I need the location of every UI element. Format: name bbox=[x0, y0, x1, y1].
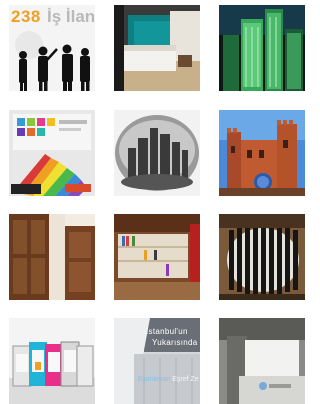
gallery-thumbnail-jobs[interactable]: 238 İş İlan bbox=[9, 5, 95, 91]
gallery-thumbnail-library[interactable] bbox=[114, 214, 200, 300]
gallery-thumbnail-3d-printers[interactable] bbox=[9, 318, 95, 404]
project-headline-line2: Yukarısında bbox=[152, 338, 198, 347]
gallery-thumbnail-istanbul-project[interactable]: İstanbul'un Yukarısında Eşimlekan Eşref … bbox=[114, 318, 200, 404]
gallery-thumbnail-castle[interactable] bbox=[219, 110, 305, 196]
project-tagline: Eşimlekan Eşref Ze bbox=[138, 376, 199, 383]
gallery-thumbnail-wooden-doors[interactable] bbox=[9, 214, 95, 300]
gallery-thumbnail-reception[interactable] bbox=[219, 318, 305, 404]
jobs-title-label: İş İlan bbox=[47, 7, 95, 26]
gallery-thumbnail-bedroom[interactable] bbox=[114, 5, 200, 91]
project-headline-line1: İstanbul'un bbox=[146, 327, 188, 336]
jobs-count-label: 238 bbox=[11, 7, 41, 26]
project-tagline-rest: Eşref Ze bbox=[172, 376, 199, 383]
thumbnail-gallery: 238 İş İlan İstanbul'un Yukarısında Eşim… bbox=[0, 0, 305, 404]
gallery-thumbnail-city-fisheye[interactable] bbox=[114, 110, 200, 196]
gallery-thumbnail-skyscrapers[interactable] bbox=[219, 5, 305, 91]
project-tagline-highlight: Eşimlekan bbox=[138, 376, 171, 383]
gallery-thumbnail-color-swatches[interactable] bbox=[9, 110, 95, 196]
gallery-thumbnail-lobby-bars[interactable] bbox=[219, 214, 305, 300]
